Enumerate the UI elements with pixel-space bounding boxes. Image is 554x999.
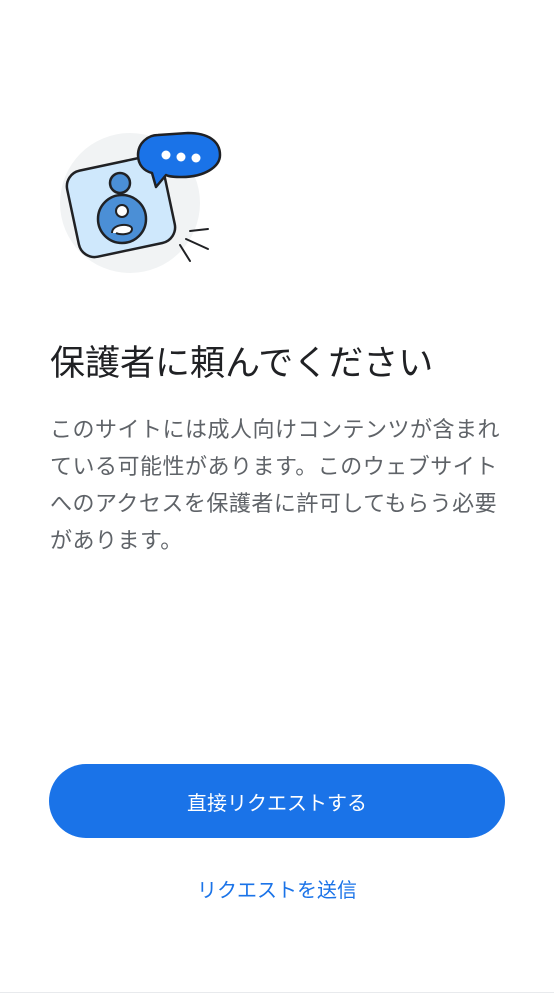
send-request-link[interactable]: リクエストを送信 (127, 866, 427, 910)
bottom-divider (0, 992, 554, 993)
page-title: 保護者に頼んでください (50, 344, 434, 384)
illustration-graphic (60, 131, 222, 273)
request-directly-button[interactable]: 直接リクエストする (49, 764, 505, 838)
page-description: このサイトには成人向けコンテンツが含まれている可能性があります。このウェブサイト… (50, 418, 501, 554)
parent-request-illustration (58, 125, 228, 285)
